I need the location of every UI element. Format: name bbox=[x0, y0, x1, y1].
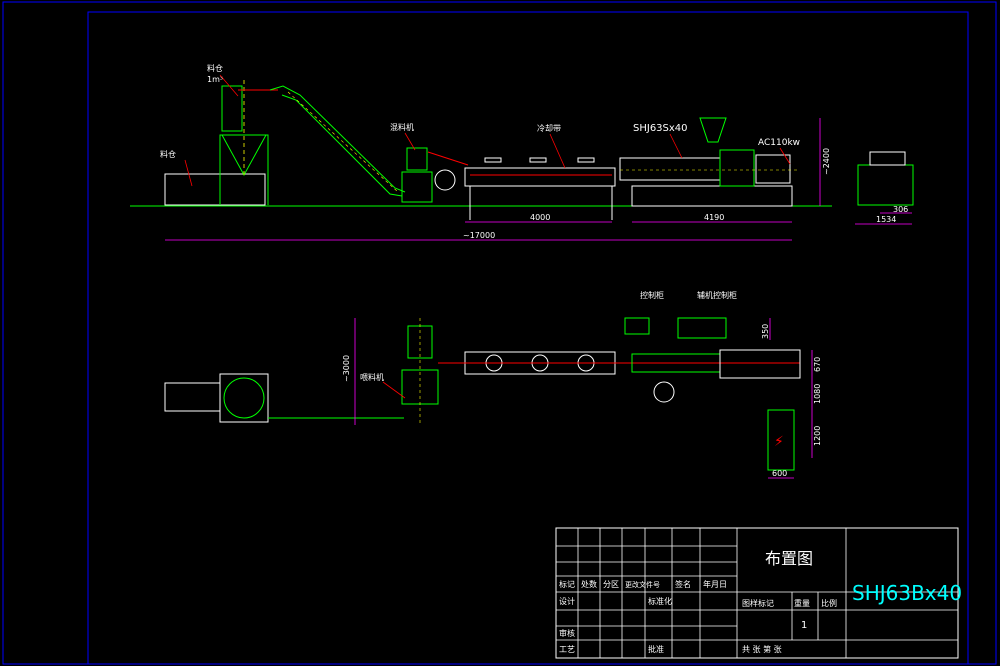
storage-leader bbox=[184, 159, 193, 187]
plan-control-label: 控制柜 bbox=[640, 290, 664, 300]
cooling-label: 冷却带 bbox=[537, 123, 561, 133]
dim-4000-text: 4000 bbox=[530, 213, 550, 222]
plan-control-cabinet bbox=[624, 317, 650, 335]
side-body bbox=[857, 164, 914, 206]
dim-total-text: ~17000 bbox=[463, 231, 495, 240]
tb-row-label-4: 更改文件号 bbox=[625, 580, 660, 589]
motor-leader bbox=[779, 147, 791, 165]
plan-extruder-drive bbox=[719, 349, 801, 379]
storage-label: 料仓 bbox=[160, 149, 176, 159]
extruder-base bbox=[631, 185, 793, 207]
elevation-view: 料仓 料仓 1m³ 混料机 冷却带 SHJ63Sx40 AC110kw ~240… bbox=[130, 63, 914, 241]
extruder-motor bbox=[755, 154, 791, 184]
cad-drawing-canvas: 料仓 料仓 1m³ 混料机 冷却带 SHJ63Sx40 AC110kw ~240… bbox=[2, 1, 997, 665]
tb-row-label-6: 年月日 bbox=[703, 579, 727, 589]
plan-extruder-hopper bbox=[653, 381, 675, 403]
side-dim-1534-text: 1534 bbox=[876, 215, 896, 224]
tb-row-label-1: 标记 bbox=[559, 579, 575, 589]
side-view: 306 1534 bbox=[855, 151, 914, 225]
tb-drawing-title: 布置图 bbox=[765, 549, 813, 568]
plan-dim-350-text: 350 bbox=[761, 324, 770, 339]
plan-silo bbox=[219, 373, 269, 423]
plan-view: ~3000 喂料机 控制柜 辅机控制柜 ⚡ 350 670 1080 1200 … bbox=[164, 290, 822, 479]
plan-storage bbox=[164, 382, 221, 412]
conveyor-upper bbox=[269, 85, 406, 193]
tb-weight: 重量 bbox=[794, 598, 810, 608]
cooling-vent-1 bbox=[484, 157, 502, 163]
plan-aux-cabinet bbox=[677, 317, 727, 339]
mixer-body bbox=[401, 171, 433, 203]
cooling-vent-3 bbox=[577, 157, 595, 163]
tb-approve: 批准 bbox=[648, 644, 664, 654]
sheet-outer-frame bbox=[2, 1, 997, 665]
extruder-leader bbox=[669, 133, 683, 159]
tb-model: SHJ63Bx40 bbox=[852, 581, 962, 605]
sheet-inner-frame bbox=[87, 11, 969, 665]
tb-sheet-info: 共 张 第 张 bbox=[742, 644, 782, 654]
tb-row-label-2: 处数 bbox=[581, 579, 597, 589]
mixer-leader bbox=[404, 132, 416, 151]
plan-aux-label: 辅机控制柜 bbox=[697, 290, 737, 300]
silo-label: 料仓 bbox=[207, 63, 223, 73]
extruder-barrel bbox=[619, 157, 721, 181]
height-dim-text: ~2400 bbox=[822, 148, 831, 175]
side-top bbox=[869, 151, 906, 166]
tb-standardize: 标准化 bbox=[648, 596, 672, 606]
conveyor-centerline bbox=[287, 91, 399, 193]
plan-feeder bbox=[401, 318, 439, 425]
storage-box bbox=[164, 173, 266, 206]
conveyor-lower bbox=[281, 94, 403, 197]
extruder-model-label: SHJ63Sx40 bbox=[633, 123, 688, 134]
tb-row-label-3: 分区 bbox=[603, 580, 619, 589]
motor-label: AC110kw bbox=[758, 138, 800, 148]
tb-audit: 审核 bbox=[559, 628, 575, 638]
mixer-feed-line bbox=[427, 151, 469, 166]
extruder-hopper bbox=[699, 117, 727, 143]
mixer-label: 混料机 bbox=[390, 122, 414, 132]
plan-silo-circle bbox=[223, 377, 265, 419]
silo-hopper bbox=[221, 134, 267, 177]
tb-design: 设计 bbox=[559, 596, 575, 606]
inclined-conveyor bbox=[269, 85, 406, 197]
tb-stage-mark: 图样标记 bbox=[742, 598, 774, 608]
plan-dim-1080-text: 1080 bbox=[813, 384, 822, 404]
silo bbox=[219, 80, 278, 205]
tb-row-label-5: 签名 bbox=[675, 579, 691, 589]
plan-feeder-label: 喂料机 bbox=[360, 372, 384, 382]
cooling-vent-2 bbox=[529, 157, 547, 163]
mixer-unit bbox=[401, 147, 469, 203]
dim-4190-text: 4190 bbox=[704, 213, 724, 222]
tb-scale-value: 1 bbox=[801, 620, 807, 631]
plan-feeder-dim-text: ~3000 bbox=[342, 355, 351, 382]
plan-dim-670-text: 670 bbox=[813, 357, 822, 372]
title-block: 标记 处数 分区 更改文件号 签名 年月日 设计 标准化 审核 工艺 批准 布置… bbox=[555, 527, 962, 659]
silo-top bbox=[221, 85, 243, 132]
mixer-hopper bbox=[406, 147, 428, 171]
tb-process: 工艺 bbox=[559, 645, 575, 654]
cooling-conveyor bbox=[464, 157, 616, 220]
cooling-frame bbox=[464, 167, 616, 187]
extruder-gearbox bbox=[719, 149, 755, 187]
plan-dim-600-text: 600 bbox=[772, 469, 787, 478]
plan-dim-1200-text: 1200 bbox=[813, 426, 822, 446]
cooling-leader bbox=[549, 133, 566, 169]
mixer-wheel bbox=[434, 169, 456, 191]
side-dim-306-text: 306 bbox=[893, 205, 908, 214]
tb-scale: 比例 bbox=[821, 598, 837, 608]
plan-electric-icon: ⚡ bbox=[774, 434, 784, 450]
